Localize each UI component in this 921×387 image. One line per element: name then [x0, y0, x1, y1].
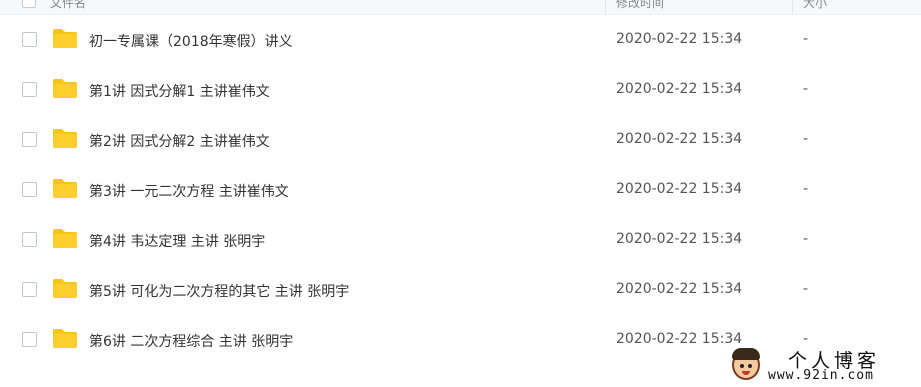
file-row[interactable]: 第5讲 可化为二次方程的其它 主讲 张明宇 2020-02-22 15:34 -: [0, 265, 921, 315]
file-name[interactable]: 第6讲 二次方程综合 主讲 张明宇: [89, 331, 293, 351]
file-modified-time: 2020-02-22 15:34: [616, 131, 743, 147]
cartoon-face-icon: [732, 348, 760, 380]
column-header-modified[interactable]: 修改时间: [616, 0, 664, 11]
row-checkbox[interactable]: [22, 232, 37, 247]
folder-icon: [53, 179, 77, 198]
row-checkbox[interactable]: [22, 282, 37, 297]
row-checkbox[interactable]: [22, 182, 37, 197]
file-name[interactable]: 第2讲 因式分解2 主讲崔伟文: [89, 131, 270, 151]
file-name[interactable]: 第1讲 因式分解1 主讲崔伟文: [89, 81, 270, 101]
file-list: 初一专属课（2018年寒假）讲义 2020-02-22 15:34 - 第1讲 …: [0, 15, 921, 365]
file-row[interactable]: 第4讲 韦达定理 主讲 张明宇 2020-02-22 15:34 -: [0, 215, 921, 265]
blog-watermark: 个人博客 www.92in.com: [728, 346, 918, 386]
column-header-name[interactable]: 文件名: [50, 0, 86, 11]
row-checkbox[interactable]: [22, 132, 37, 147]
file-modified-time: 2020-02-22 15:34: [616, 31, 743, 47]
folder-icon: [53, 29, 77, 48]
file-size: -: [803, 131, 809, 147]
column-header-size[interactable]: 大小: [803, 0, 827, 11]
file-row[interactable]: 初一专属课（2018年寒假）讲义 2020-02-22 15:34 -: [0, 15, 921, 65]
row-checkbox[interactable]: [22, 332, 37, 347]
column-divider[interactable]: [605, 0, 606, 14]
file-name[interactable]: 第5讲 可化为二次方程的其它 主讲 张明宇: [89, 281, 349, 301]
folder-icon: [53, 229, 77, 248]
row-checkbox[interactable]: [22, 32, 37, 47]
file-modified-time: 2020-02-22 15:34: [616, 231, 743, 247]
file-row[interactable]: 第2讲 因式分解2 主讲崔伟文 2020-02-22 15:34 -: [0, 115, 921, 165]
file-modified-time: 2020-02-22 15:34: [616, 181, 743, 197]
file-name[interactable]: 第3讲 一元二次方程 主讲崔伟文: [89, 181, 289, 201]
file-list-header: 文件名 修改时间 大小: [0, 0, 921, 15]
file-name[interactable]: 第4讲 韦达定理 主讲 张明宇: [89, 231, 265, 251]
select-all-checkbox[interactable]: [22, 0, 36, 8]
column-divider[interactable]: [792, 0, 793, 14]
row-checkbox[interactable]: [22, 82, 37, 97]
file-modified-time: 2020-02-22 15:34: [616, 331, 743, 347]
file-name[interactable]: 初一专属课（2018年寒假）讲义: [89, 31, 293, 51]
file-size: -: [803, 31, 809, 47]
folder-icon: [53, 79, 77, 98]
file-size: -: [803, 81, 809, 97]
file-size: -: [803, 231, 809, 247]
folder-icon: [53, 329, 77, 348]
file-row[interactable]: 第3讲 一元二次方程 主讲崔伟文 2020-02-22 15:34 -: [0, 165, 921, 215]
file-size: -: [803, 331, 809, 347]
folder-icon: [53, 129, 77, 148]
file-size: -: [803, 281, 809, 297]
file-size: -: [803, 181, 809, 197]
folder-icon: [53, 279, 77, 298]
file-modified-time: 2020-02-22 15:34: [616, 281, 743, 297]
file-modified-time: 2020-02-22 15:34: [616, 81, 743, 97]
watermark-url: www.92in.com: [768, 368, 874, 383]
file-row[interactable]: 第1讲 因式分解1 主讲崔伟文 2020-02-22 15:34 -: [0, 65, 921, 115]
